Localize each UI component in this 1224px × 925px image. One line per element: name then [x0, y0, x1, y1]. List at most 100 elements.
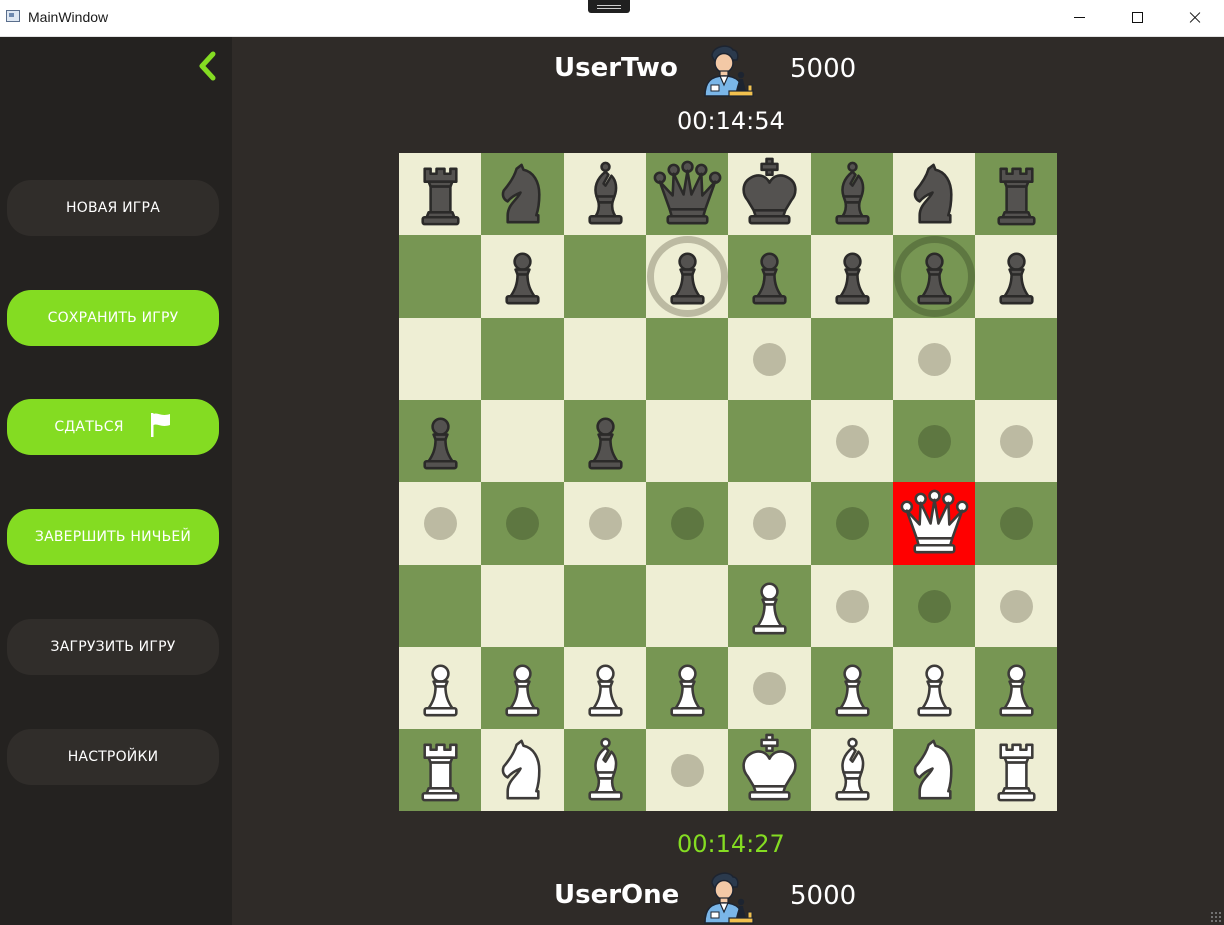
- square-e6[interactable]: [728, 318, 811, 400]
- black-pawn-icon[interactable]: [646, 235, 729, 318]
- square-e4[interactable]: [728, 482, 811, 565]
- black-pawn-icon[interactable]: [481, 235, 564, 318]
- square-c7[interactable]: [564, 235, 646, 318]
- square-c3[interactable]: [564, 565, 646, 647]
- save-game-button[interactable]: СОХРАНИТЬ ИГРУ: [7, 290, 219, 346]
- minimize-button[interactable]: [1050, 0, 1108, 36]
- square-f8[interactable]: [811, 153, 893, 235]
- square-e7[interactable]: [728, 235, 811, 318]
- square-g5[interactable]: [893, 400, 975, 482]
- load-game-button[interactable]: ЗАГРУЗИТЬ ИГРУ: [7, 619, 219, 675]
- resize-grip[interactable]: [1210, 911, 1222, 923]
- white-bishop-icon[interactable]: [811, 729, 894, 812]
- square-d5[interactable]: [646, 400, 728, 482]
- square-g6[interactable]: [893, 318, 975, 400]
- square-a5[interactable]: [399, 400, 481, 482]
- square-h7[interactable]: [975, 235, 1057, 318]
- square-b6[interactable]: [481, 318, 564, 400]
- square-g2[interactable]: [893, 647, 975, 729]
- square-a7[interactable]: [399, 235, 481, 318]
- square-h2[interactable]: [975, 647, 1057, 729]
- square-f7[interactable]: [811, 235, 893, 318]
- white-pawn-icon[interactable]: [811, 647, 894, 730]
- square-h5[interactable]: [975, 400, 1057, 482]
- square-c4[interactable]: [564, 482, 646, 565]
- white-pawn-icon[interactable]: [893, 647, 976, 730]
- black-king-icon[interactable]: [728, 153, 811, 236]
- white-queen-icon[interactable]: [893, 482, 976, 565]
- square-d2[interactable]: [646, 647, 728, 729]
- square-a3[interactable]: [399, 565, 481, 647]
- black-bishop-icon[interactable]: [811, 153, 894, 236]
- white-knight-icon[interactable]: [893, 729, 976, 812]
- square-c1[interactable]: [564, 729, 646, 811]
- square-g8[interactable]: [893, 153, 975, 235]
- black-pawn-icon[interactable]: [728, 235, 811, 318]
- square-e1[interactable]: [728, 729, 811, 811]
- white-pawn-icon[interactable]: [975, 647, 1058, 730]
- black-pawn-icon[interactable]: [893, 235, 976, 318]
- black-queen-icon[interactable]: [646, 153, 729, 236]
- white-knight-icon[interactable]: [481, 729, 564, 812]
- white-rook-icon[interactable]: [399, 729, 482, 812]
- square-g7[interactable]: [893, 235, 975, 318]
- white-bishop-icon[interactable]: [564, 729, 647, 812]
- new-game-button[interactable]: НОВАЯ ИГРА: [7, 180, 219, 236]
- offer-draw-button[interactable]: ЗАВЕРШИТЬ НИЧЬЕЙ: [7, 509, 219, 565]
- black-pawn-icon[interactable]: [811, 235, 894, 318]
- square-b3[interactable]: [481, 565, 564, 647]
- resign-button[interactable]: СДАТЬСЯ: [7, 399, 219, 455]
- square-f2[interactable]: [811, 647, 893, 729]
- square-d6[interactable]: [646, 318, 728, 400]
- white-pawn-icon[interactable]: [481, 647, 564, 730]
- square-h3[interactable]: [975, 565, 1057, 647]
- white-pawn-icon[interactable]: [564, 647, 647, 730]
- square-a6[interactable]: [399, 318, 481, 400]
- square-b2[interactable]: [481, 647, 564, 729]
- square-a4[interactable]: [399, 482, 481, 565]
- square-b8[interactable]: [481, 153, 564, 235]
- chevron-left-icon[interactable]: [196, 51, 222, 81]
- black-rook-icon[interactable]: [399, 153, 482, 236]
- square-b4[interactable]: [481, 482, 564, 565]
- square-a8[interactable]: [399, 153, 481, 235]
- square-b1[interactable]: [481, 729, 564, 811]
- square-g1[interactable]: [893, 729, 975, 811]
- square-a2[interactable]: [399, 647, 481, 729]
- black-knight-icon[interactable]: [893, 153, 976, 236]
- square-g3[interactable]: [893, 565, 975, 647]
- square-d8[interactable]: [646, 153, 728, 235]
- snap-layout-grip[interactable]: [588, 0, 630, 13]
- square-e3[interactable]: [728, 565, 811, 647]
- square-b7[interactable]: [481, 235, 564, 318]
- square-f5[interactable]: [811, 400, 893, 482]
- square-d3[interactable]: [646, 565, 728, 647]
- square-d4[interactable]: [646, 482, 728, 565]
- square-f4[interactable]: [811, 482, 893, 565]
- white-pawn-icon[interactable]: [399, 647, 482, 730]
- square-a1[interactable]: [399, 729, 481, 811]
- square-f6[interactable]: [811, 318, 893, 400]
- black-pawn-icon[interactable]: [564, 400, 647, 483]
- black-knight-icon[interactable]: [481, 153, 564, 236]
- square-f3[interactable]: [811, 565, 893, 647]
- white-rook-icon[interactable]: [975, 729, 1058, 812]
- square-f1[interactable]: [811, 729, 893, 811]
- square-c2[interactable]: [564, 647, 646, 729]
- square-e5[interactable]: [728, 400, 811, 482]
- square-e2[interactable]: [728, 647, 811, 729]
- maximize-button[interactable]: [1108, 0, 1166, 36]
- square-c5[interactable]: [564, 400, 646, 482]
- square-h1[interactable]: [975, 729, 1057, 811]
- square-c6[interactable]: [564, 318, 646, 400]
- square-h6[interactable]: [975, 318, 1057, 400]
- square-h8[interactable]: [975, 153, 1057, 235]
- square-d7[interactable]: [646, 235, 728, 318]
- square-e8[interactable]: [728, 153, 811, 235]
- black-pawn-icon[interactable]: [975, 235, 1058, 318]
- white-pawn-icon[interactable]: [646, 647, 729, 730]
- square-h4[interactable]: [975, 482, 1057, 565]
- white-king-icon[interactable]: [728, 729, 811, 812]
- square-c8[interactable]: [564, 153, 646, 235]
- black-pawn-icon[interactable]: [399, 400, 482, 483]
